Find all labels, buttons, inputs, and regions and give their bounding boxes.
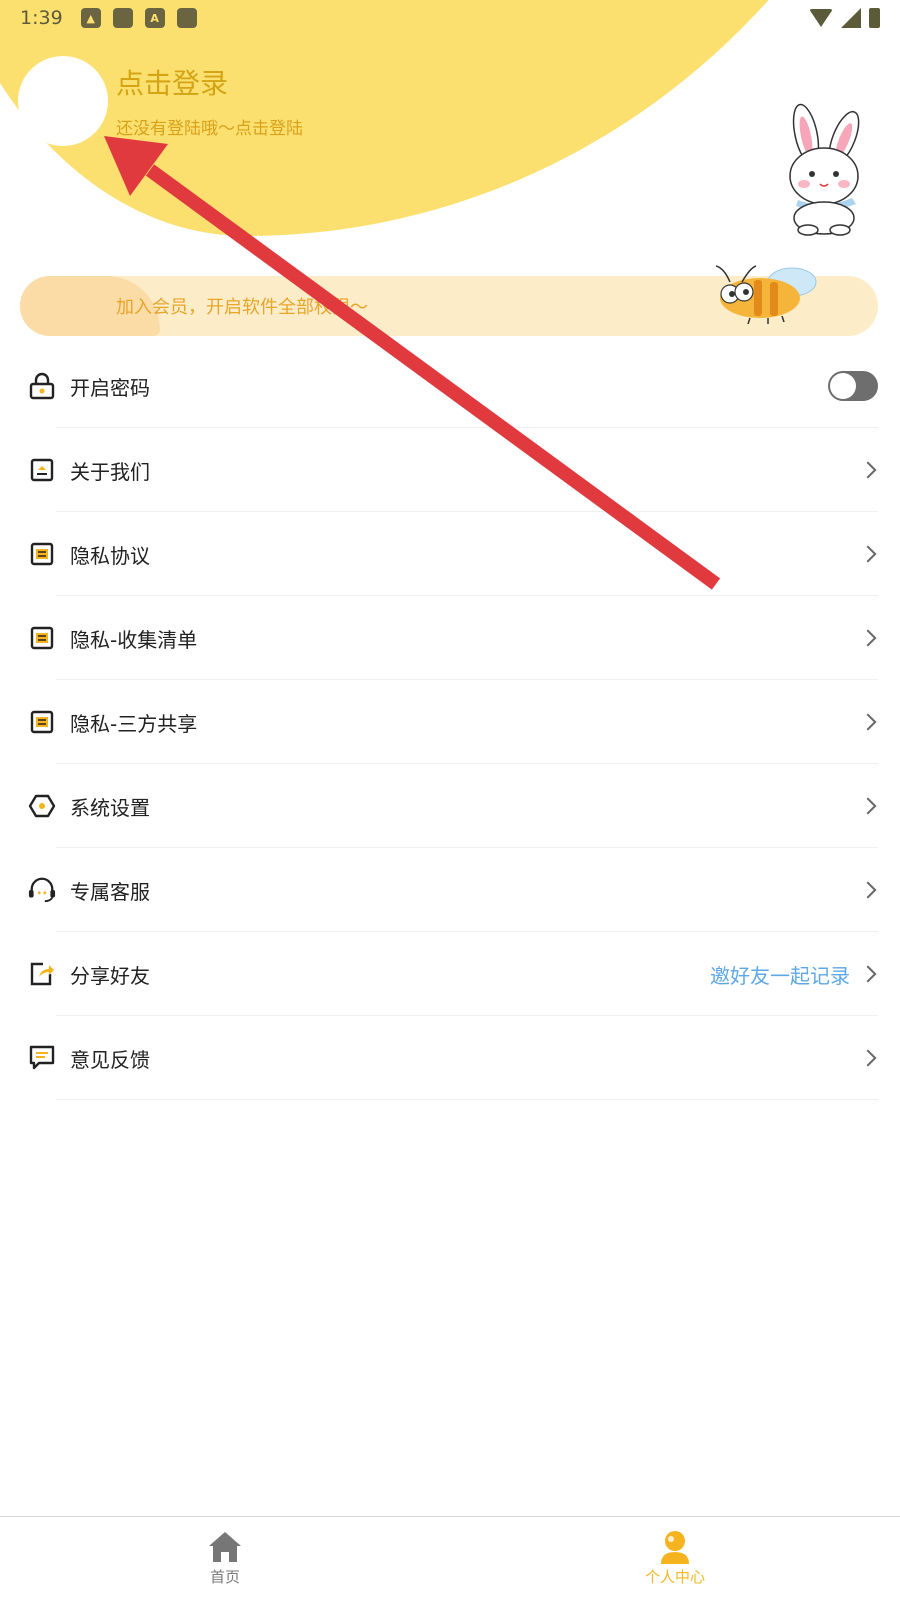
app-icon xyxy=(176,8,197,28)
menu-label-support: 专属客服 xyxy=(70,879,150,904)
a-icon: A xyxy=(144,8,165,28)
login-title[interactable]: 点击登录 xyxy=(116,62,228,102)
menu-item-share[interactable]: 分享好友 邀好友一起记录 xyxy=(0,932,900,1016)
app-icon xyxy=(112,8,133,28)
settings-menu: 开启密码 关于我们 隐私协议 隐私-收集清单 隐私-三方共享 系统设置 专属客服… xyxy=(0,344,900,1100)
signal-icon xyxy=(841,8,861,28)
member-banner-text: 加入会员，开启软件全部权限～ xyxy=(116,297,368,318)
bottom-nav: 首页 个人中心 xyxy=(0,1516,900,1600)
settings-icon xyxy=(28,792,56,820)
headset-icon xyxy=(28,876,56,904)
menu-item-settings[interactable]: 系统设置 xyxy=(0,764,900,848)
menu-label-feedback: 意见反馈 xyxy=(70,1047,150,1072)
chevron-right-icon xyxy=(859,713,877,731)
chevron-right-icon xyxy=(859,1049,877,1067)
menu-item-support[interactable]: 专属客服 xyxy=(0,848,900,932)
nav-profile-label: 个人中心 xyxy=(644,1568,705,1586)
menu-item-feedback[interactable]: 意见反馈 xyxy=(0,1016,900,1100)
chevron-right-icon xyxy=(859,629,877,647)
menu-label-privacy-policy: 隐私协议 xyxy=(70,543,150,568)
chevron-right-icon xyxy=(859,461,877,479)
menu-item-privacy-collection[interactable]: 隐私-收集清单 xyxy=(0,596,900,680)
bunny-illustration xyxy=(789,103,860,236)
lock-icon xyxy=(28,372,56,400)
menu-label-password: 开启密码 xyxy=(70,375,150,400)
share-icon xyxy=(28,960,56,988)
menu-label-about: 关于我们 xyxy=(70,459,150,484)
chevron-right-icon xyxy=(859,797,877,815)
menu-label-settings: 系统设置 xyxy=(70,795,150,820)
feedback-icon xyxy=(28,1044,56,1072)
battery-icon xyxy=(869,8,880,28)
nav-home-label: 首页 xyxy=(209,1568,240,1586)
nav-home[interactable]: 首页 xyxy=(0,1517,450,1600)
menu-item-password[interactable]: 开启密码 xyxy=(0,344,900,428)
wifi-icon xyxy=(809,9,833,27)
document-icon xyxy=(28,708,56,736)
login-subtitle[interactable]: 还没有登陆哦～点击登陆 xyxy=(116,114,303,139)
status-time: 1:39 xyxy=(20,7,63,29)
profile-icon xyxy=(661,1531,689,1564)
chevron-right-icon xyxy=(859,881,877,899)
avatar[interactable] xyxy=(18,56,108,146)
chevron-right-icon xyxy=(859,965,877,983)
bee-illustration xyxy=(715,265,817,325)
menu-label-privacy-collection: 隐私-收集清单 xyxy=(70,627,198,652)
document-icon xyxy=(28,540,56,568)
nav-profile[interactable]: 个人中心 xyxy=(450,1517,900,1600)
menu-item-privacy-policy[interactable]: 隐私协议 xyxy=(0,512,900,596)
chevron-right-icon xyxy=(859,545,877,563)
menu-label-share: 分享好友 xyxy=(70,963,150,988)
menu-item-about[interactable]: 关于我们 xyxy=(0,428,900,512)
share-hint: 邀好友一起记录 xyxy=(710,963,850,988)
menu-label-privacy-sharing: 隐私-三方共享 xyxy=(70,711,198,736)
document-icon xyxy=(28,624,56,652)
home-icon xyxy=(209,1532,241,1562)
image-icon: ▲ xyxy=(80,8,101,28)
password-toggle[interactable] xyxy=(828,371,878,401)
status-bar: 1:39 ▲ A xyxy=(0,0,900,36)
menu-item-privacy-sharing[interactable]: 隐私-三方共享 xyxy=(0,680,900,764)
about-icon xyxy=(28,456,56,484)
